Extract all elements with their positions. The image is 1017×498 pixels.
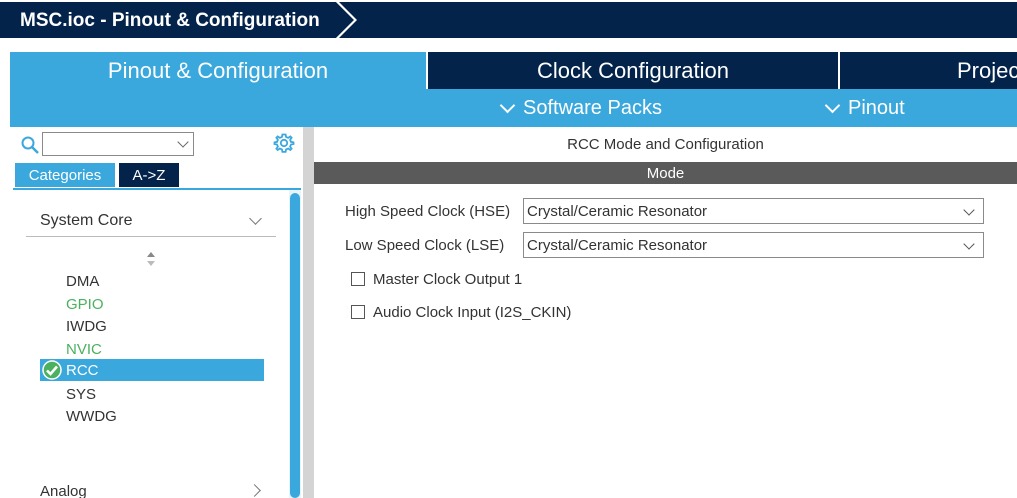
chevron-down-icon[interactable] <box>249 212 262 225</box>
title-bar-fill <box>352 2 1017 38</box>
software-packs-menu[interactable]: Software Packs <box>499 89 662 127</box>
audio-clock-input-checkbox[interactable] <box>351 305 365 319</box>
panel-splitter[interactable] <box>303 127 314 498</box>
chevron-down-icon <box>177 136 189 148</box>
check-circle-icon <box>42 360 62 380</box>
search-icon[interactable] <box>21 136 39 154</box>
tab-label: Pinout & Configuration <box>107 57 329 83</box>
main-tabs: Pinout & Configuration Clock Configurati… <box>0 52 1017 89</box>
list-item-dma[interactable]: DMA <box>40 270 264 292</box>
list-item-label: WWDG <box>66 407 117 425</box>
categories-panel: Categories A->Z System Core DMA GPIO IWD… <box>10 127 303 498</box>
list-item-label: GPIO <box>66 295 104 313</box>
tab-project-manager[interactable]: Projec <box>840 52 1017 89</box>
mode-section-header[interactable]: Mode <box>314 162 1017 184</box>
list-item-label: DMA <box>66 272 100 290</box>
tab-pinout-configuration[interactable]: Pinout & Configuration <box>10 52 426 89</box>
tab-label: Projec <box>957 57 1017 83</box>
list-item-label: SYS <box>66 385 97 403</box>
title-box: MSC.ioc - Pinout & Configuration <box>0 2 350 38</box>
chevron-down-icon <box>824 97 841 113</box>
menu-label: Software Packs <box>523 96 662 119</box>
list-item-gpio[interactable]: GPIO <box>40 293 264 315</box>
panel-title: RCC Mode and Configuration <box>314 136 1017 153</box>
audio-clock-input-label: Audio Clock Input (I2S_CKIN) <box>373 304 572 321</box>
master-clock-output-checkbox[interactable] <box>351 272 365 286</box>
tab-label: Categories <box>28 166 102 184</box>
scrollbar-thumb[interactable] <box>290 193 300 498</box>
sub-menu-bar: Software Packs Pinout <box>10 89 1017 127</box>
list-item-rcc[interactable]: RCC <box>40 359 264 381</box>
list-item-label: NVIC <box>66 340 102 358</box>
chevron-down-icon <box>963 238 975 250</box>
title-bar: MSC.ioc - Pinout & Configuration <box>0 0 1017 40</box>
list-item-nvic[interactable]: NVIC <box>40 338 264 360</box>
divider <box>13 188 301 190</box>
tab-a-z[interactable]: A->Z <box>119 163 179 187</box>
lse-value: Crystal/Ceramic Resonator <box>527 236 708 254</box>
divider <box>26 236 276 237</box>
lse-select[interactable]: Crystal/Ceramic Resonator <box>523 232 984 258</box>
pinout-menu[interactable]: Pinout <box>824 89 905 127</box>
menu-label: Pinout <box>848 96 905 119</box>
mode-header-label: Mode <box>646 164 685 182</box>
list-item-sys[interactable]: SYS <box>40 383 264 405</box>
chevron-right-icon[interactable] <box>248 484 261 497</box>
panel-title-text: RCC Mode and Configuration <box>567 136 764 153</box>
list-item-label: IWDG <box>66 317 107 335</box>
master-clock-output-label: Master Clock Output 1 <box>373 271 523 288</box>
chevron-down-icon <box>499 97 516 113</box>
list-item-label: RCC <box>66 361 99 379</box>
tab-label: A->Z <box>132 166 166 184</box>
tab-categories[interactable]: Categories <box>15 163 115 187</box>
tab-clock-configuration[interactable]: Clock Configuration <box>428 52 838 89</box>
list-item-iwdg[interactable]: IWDG <box>40 315 264 337</box>
hse-value: Crystal/Ceramic Resonator <box>527 202 708 220</box>
sort-icon[interactable] <box>146 251 156 267</box>
hse-label: High Speed Clock (HSE) <box>345 203 511 220</box>
list-item-wwdg[interactable]: WWDG <box>40 405 264 427</box>
tab-label: Clock Configuration <box>537 57 729 83</box>
breadcrumb-arrow-icon <box>330 0 370 40</box>
view-tabs: Categories A->Z <box>13 163 301 188</box>
hse-select[interactable]: Crystal/Ceramic Resonator <box>523 198 984 224</box>
lse-label: Low Speed Clock (LSE) <box>345 237 505 254</box>
gear-icon[interactable] <box>273 132 295 154</box>
search-input[interactable] <box>42 132 194 156</box>
chevron-down-icon <box>963 204 975 216</box>
configuration-panel: RCC Mode and Configuration Mode High Spe… <box>314 127 1017 498</box>
category-system-core[interactable]: System Core <box>40 212 132 230</box>
window-title: MSC.ioc - Pinout & Configuration <box>20 10 320 31</box>
category-analog[interactable]: Analog <box>40 483 87 498</box>
